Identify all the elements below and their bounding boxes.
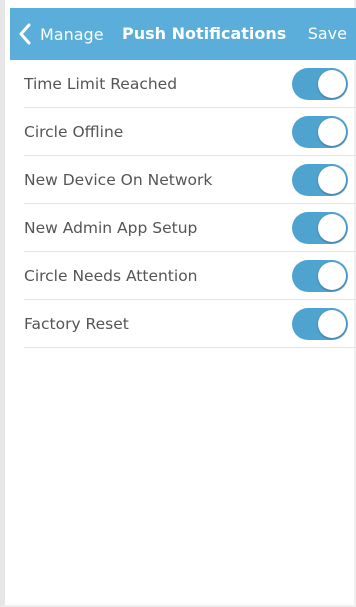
notification-label: Circle Offline	[24, 123, 124, 141]
notification-row-circle-needs-attention: Circle Needs Attention	[10, 252, 356, 300]
notification-label: New Device On Network	[24, 171, 213, 189]
navigation-bar: Manage Push Notifications Save	[10, 8, 356, 60]
notification-label: Circle Needs Attention	[24, 267, 198, 285]
notification-row-new-admin-app-setup: New Admin App Setup	[10, 204, 356, 252]
toggle-knob	[318, 118, 346, 146]
chevron-left-icon	[19, 23, 31, 45]
notification-row-time-limit-reached: Time Limit Reached	[10, 60, 356, 108]
new-device-on-network-toggle[interactable]	[292, 164, 348, 196]
toggle-knob	[318, 214, 346, 242]
notification-list: Time Limit Reached Circle Offline New De…	[10, 60, 356, 348]
back-button[interactable]: Manage	[18, 8, 104, 60]
toggle-knob	[318, 70, 346, 98]
toggle-knob	[318, 262, 346, 290]
save-button[interactable]: Save	[308, 8, 347, 60]
page-title: Push Notifications	[122, 24, 287, 43]
factory-reset-toggle[interactable]	[292, 308, 348, 340]
notification-label: Time Limit Reached	[24, 75, 178, 93]
notification-row-circle-offline: Circle Offline	[10, 108, 356, 156]
circle-needs-attention-toggle[interactable]	[292, 260, 348, 292]
notification-row-new-device-on-network: New Device On Network	[10, 156, 356, 204]
notification-label: Factory Reset	[24, 315, 129, 333]
toggle-knob	[318, 310, 346, 338]
toggle-knob	[318, 166, 346, 194]
time-limit-reached-toggle[interactable]	[292, 68, 348, 100]
screen: Manage Push Notifications Save Time Limi…	[0, 0, 356, 607]
notification-label: New Admin App Setup	[24, 219, 198, 237]
back-button-label: Manage	[40, 24, 104, 44]
circle-offline-toggle[interactable]	[292, 116, 348, 148]
notification-row-factory-reset: Factory Reset	[10, 300, 356, 348]
new-admin-app-setup-toggle[interactable]	[292, 212, 348, 244]
